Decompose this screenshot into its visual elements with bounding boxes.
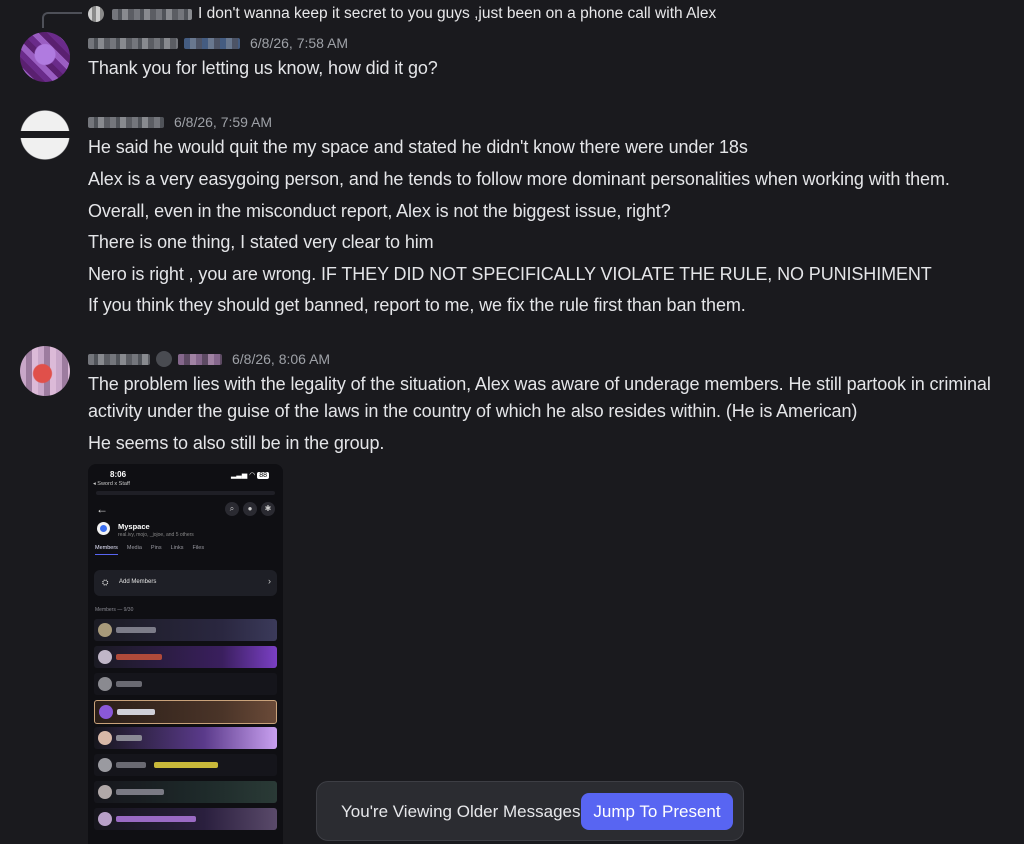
add-members-label: Add Members bbox=[119, 579, 157, 585]
member-avatar bbox=[99, 705, 113, 719]
phone-time: 8:06 bbox=[110, 470, 127, 479]
badge-icon bbox=[156, 351, 172, 367]
message-text: There is one thing, I stated very clear … bbox=[88, 232, 434, 252]
back-arrow-icon: ← bbox=[96, 502, 108, 516]
message-header: 6/8/26, 7:58 AM bbox=[88, 33, 348, 53]
tab-pins: Pins bbox=[150, 545, 162, 551]
message-text: The problem lies with the legality of th… bbox=[88, 374, 991, 421]
tab-media: Media bbox=[126, 545, 142, 551]
member-row bbox=[94, 673, 277, 695]
group-name: Myspace bbox=[118, 522, 150, 531]
tab-files: Files bbox=[192, 545, 205, 551]
member-row bbox=[94, 619, 277, 641]
timestamp: 6/8/26, 7:58 AM bbox=[250, 35, 349, 51]
message-text: Overall, even in the misconduct report, … bbox=[88, 201, 671, 221]
phone-status-icons: ▂▃▅ ◠ 88 bbox=[231, 472, 269, 479]
message-text: Alex is a very easygoing person, and he … bbox=[88, 169, 950, 189]
group-members-preview: real.ivy, mojo, _jojoe, and 5 others bbox=[118, 532, 194, 538]
role-tag-redacted bbox=[178, 353, 222, 365]
search-icon: ⌕ bbox=[225, 502, 239, 516]
gear-icon: ✱ bbox=[261, 502, 275, 516]
member-name-redacted bbox=[116, 789, 164, 795]
reply-avatar bbox=[88, 6, 104, 22]
member-avatar bbox=[98, 812, 112, 826]
role-tag-redacted bbox=[184, 37, 240, 49]
reply-spine bbox=[42, 12, 82, 28]
member-avatar bbox=[98, 623, 112, 637]
member-name-redacted bbox=[116, 681, 142, 687]
image-attachment[interactable]: 8:06 ▂▃▅ ◠ 88 ◂ Sword x Staff ← ⌕ ● ✱ My… bbox=[88, 464, 283, 844]
member-name-redacted bbox=[116, 627, 156, 633]
username-redacted[interactable] bbox=[88, 37, 178, 49]
member-name-redacted bbox=[117, 709, 155, 715]
older-messages-banner: You're Viewing Older Messages Jump To Pr… bbox=[316, 781, 744, 841]
username-redacted[interactable] bbox=[88, 353, 150, 365]
reply-text: I don't wanna keep it secret to you guys… bbox=[198, 5, 717, 22]
member-row bbox=[94, 646, 277, 668]
message-text: Nero is right , you are wrong. IF THEY D… bbox=[88, 264, 932, 284]
member-name-redacted bbox=[116, 816, 196, 822]
member-row bbox=[94, 754, 277, 776]
member-row bbox=[94, 727, 277, 749]
tab-members: Members bbox=[95, 545, 118, 555]
message-header: 6/8/26, 8:06 AM bbox=[88, 349, 330, 369]
members-header: Members — 9/30 bbox=[95, 607, 134, 613]
member-row bbox=[94, 700, 277, 724]
jump-to-present-button[interactable]: Jump To Present bbox=[581, 793, 733, 830]
battery-level: 88 bbox=[257, 472, 269, 479]
avatar[interactable] bbox=[20, 32, 70, 82]
add-user-icon: ⛭ bbox=[102, 578, 109, 587]
message-text: If you think they should get banned, rep… bbox=[88, 295, 746, 315]
bell-icon: ● bbox=[243, 502, 257, 516]
member-avatar bbox=[98, 758, 112, 772]
username-redacted[interactable] bbox=[88, 116, 164, 128]
member-avatar bbox=[98, 677, 112, 691]
add-members-row: ⛭ Add Members › bbox=[94, 570, 277, 596]
member-avatar bbox=[98, 650, 112, 664]
message-text: He seems to also still be in the group. bbox=[88, 433, 385, 453]
avatar[interactable] bbox=[20, 346, 70, 396]
timestamp: 6/8/26, 8:06 AM bbox=[232, 351, 331, 367]
phone-top-bar bbox=[96, 491, 275, 495]
timestamp: 6/8/26, 7:59 AM bbox=[174, 114, 273, 130]
message-text: He said he would quit the my space and s… bbox=[88, 137, 748, 157]
member-name-redacted bbox=[116, 735, 142, 741]
group-icon bbox=[97, 522, 110, 535]
member-avatar bbox=[98, 785, 112, 799]
phone-back-label: ◂ Sword x Staff bbox=[93, 481, 130, 487]
message-header: 6/8/26, 7:59 AM bbox=[88, 112, 272, 132]
message-text: Thank you for letting us know, how did i… bbox=[88, 58, 438, 78]
reply-reference[interactable]: I don't wanna keep it secret to you guys… bbox=[88, 3, 716, 25]
older-messages-text: You're Viewing Older Messages bbox=[341, 802, 581, 821]
member-row bbox=[94, 808, 277, 830]
member-name-redacted bbox=[116, 654, 162, 660]
member-row bbox=[94, 781, 277, 803]
chevron-right-icon: › bbox=[268, 576, 271, 586]
chat-view: I don't wanna keep it secret to you guys… bbox=[0, 0, 1024, 844]
phone-tabs: Members Media Pins Links Files bbox=[95, 545, 204, 555]
reply-username-redacted bbox=[112, 8, 192, 20]
phone-header-icons: ⌕ ● ✱ bbox=[225, 502, 275, 516]
member-avatar bbox=[98, 731, 112, 745]
member-tag-redacted bbox=[154, 762, 218, 768]
avatar[interactable] bbox=[20, 110, 70, 160]
member-name-redacted bbox=[116, 762, 146, 768]
tab-links: Links bbox=[170, 545, 184, 551]
